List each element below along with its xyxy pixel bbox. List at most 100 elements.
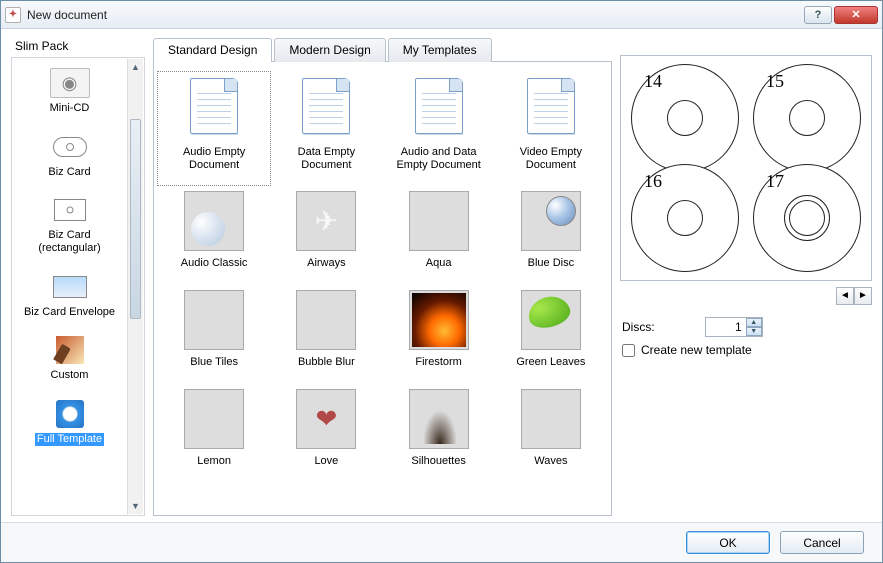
template-label: Silhouettes <box>411 455 465 468</box>
discs-label: Discs: <box>622 320 655 334</box>
template-thumbnail <box>521 290 581 350</box>
scrollbar-thumb[interactable] <box>130 119 141 319</box>
template-label: Airways <box>307 257 346 270</box>
close-button[interactable]: ✕ <box>834 6 878 24</box>
template-airways[interactable]: Airways <box>270 185 382 284</box>
new-document-dialog: ✦ New document ? ✕ Slim Pack ◉ Mini-CD B… <box>0 0 883 563</box>
custom-icon <box>50 335 90 365</box>
biz-card-icon <box>50 132 90 162</box>
document-icon <box>190 78 238 140</box>
template-lemon[interactable]: Lemon <box>158 383 270 482</box>
template-grid[interactable]: Audio Empty Document Data Empty Document A… <box>153 61 612 516</box>
app-icon: ✦ <box>5 7 21 23</box>
template-thumbnail <box>184 290 244 350</box>
disc-number: 15 <box>766 71 784 92</box>
template-video-empty[interactable]: Video Empty Document <box>495 72 607 185</box>
cancel-button[interactable]: Cancel <box>780 531 864 554</box>
template-label: Waves <box>534 455 567 468</box>
template-label: Aqua <box>426 257 452 270</box>
template-thumbnail <box>184 191 244 251</box>
template-label: Lemon <box>197 455 231 468</box>
preview-pager: ◄ ► <box>620 287 872 307</box>
tab-modern-design[interactable]: Modern Design <box>274 38 385 62</box>
discs-input[interactable] <box>706 318 746 336</box>
biz-card-rect-icon <box>50 195 90 225</box>
create-new-template-checkbox[interactable] <box>622 344 635 357</box>
template-thumbnail <box>296 290 356 350</box>
sidebar-scrollbar[interactable]: ▲ ▼ <box>127 59 143 514</box>
category-biz-card-envelope[interactable]: Biz Card Envelope <box>12 266 127 330</box>
template-thumbnail <box>409 290 469 350</box>
template-thumbnail <box>296 389 356 449</box>
template-label: Video Empty Document <box>501 146 601 171</box>
category-full-template[interactable]: Full Template <box>12 393 127 457</box>
preview-disc: 14 <box>631 64 739 172</box>
layout-preview: 14 15 16 17 <box>620 55 872 281</box>
preview-disc: 17 <box>753 164 861 272</box>
template-green-leaves[interactable]: Green Leaves <box>495 284 607 383</box>
cd-icon: ◉ <box>50 68 90 98</box>
category-biz-card-rect[interactable]: Biz Card (rectangular) <box>12 189 127 265</box>
design-tabs: Standard Design Modern Design My Templat… <box>153 37 612 61</box>
template-aqua[interactable]: Aqua <box>383 185 495 284</box>
template-label: Bubble Blur <box>298 356 355 369</box>
template-waves[interactable]: Waves <box>495 383 607 482</box>
category-mini-cd[interactable]: ◉ Mini-CD <box>12 62 127 126</box>
discs-up-button[interactable]: ▲ <box>746 318 762 327</box>
template-label: Data Empty Document <box>276 146 376 171</box>
category-list[interactable]: ◉ Mini-CD Biz Card Biz Card (rectangular… <box>11 57 145 516</box>
right-panel: 14 15 16 17 ◄ ► Discs: ▲ ▼ <box>620 55 872 516</box>
preview-disc: 16 <box>631 164 739 272</box>
scroll-down-icon[interactable]: ▼ <box>128 498 143 514</box>
prev-page-button[interactable]: ◄ <box>836 287 854 305</box>
template-label: Green Leaves <box>516 356 585 369</box>
template-audio-classic[interactable]: Audio Classic <box>158 185 270 284</box>
template-blue-disc[interactable]: Blue Disc <box>495 185 607 284</box>
next-page-button[interactable]: ► <box>854 287 872 305</box>
discs-down-button[interactable]: ▼ <box>746 327 762 336</box>
template-label: Firestorm <box>415 356 461 369</box>
template-audio-data-empty[interactable]: Audio and Data Empty Document <box>383 72 495 185</box>
template-silhouettes[interactable]: Silhouettes <box>383 383 495 482</box>
discs-stepper[interactable]: ▲ ▼ <box>705 317 763 337</box>
tab-standard-design[interactable]: Standard Design <box>153 38 272 62</box>
category-label: Biz Card Envelope <box>22 306 117 320</box>
options-panel: Discs: ▲ ▼ Create new template <box>620 313 872 361</box>
category-label: Custom <box>49 369 91 383</box>
template-firestorm[interactable]: Firestorm <box>383 284 495 383</box>
template-thumbnail <box>409 191 469 251</box>
template-thumbnail <box>521 389 581 449</box>
template-bubble-blur[interactable]: Bubble Blur <box>270 284 382 383</box>
template-label: Blue Disc <box>528 257 574 270</box>
template-data-empty[interactable]: Data Empty Document <box>270 72 382 185</box>
template-audio-empty[interactable]: Audio Empty Document <box>158 72 270 185</box>
category-label: Biz Card (rectangular) <box>14 229 125 255</box>
template-blue-tiles[interactable]: Blue Tiles <box>158 284 270 383</box>
dialog-footer: OK Cancel <box>1 522 882 562</box>
category-custom[interactable]: Custom <box>12 329 127 393</box>
template-label: Audio Classic <box>181 257 248 270</box>
template-thumbnail <box>409 389 469 449</box>
preview-disc: 15 <box>753 64 861 172</box>
window-title: New document <box>27 8 802 22</box>
template-label: Audio and Data Empty Document <box>389 146 489 171</box>
help-button[interactable]: ? <box>804 6 832 24</box>
tab-my-templates[interactable]: My Templates <box>388 38 492 62</box>
create-new-template-label: Create new template <box>641 343 752 357</box>
category-label: Biz Card <box>46 166 92 180</box>
template-panel: Standard Design Modern Design My Templat… <box>153 37 612 516</box>
document-icon <box>527 78 575 140</box>
category-biz-card[interactable]: Biz Card <box>12 126 127 190</box>
template-label: Love <box>314 455 338 468</box>
disc-number: 17 <box>766 171 784 192</box>
scroll-up-icon[interactable]: ▲ <box>128 59 143 75</box>
template-thumbnail <box>184 389 244 449</box>
ok-button[interactable]: OK <box>686 531 770 554</box>
sidebar-header: Slim Pack <box>11 37 145 57</box>
template-love[interactable]: Love <box>270 383 382 482</box>
envelope-icon <box>50 272 90 302</box>
template-thumbnail <box>296 191 356 251</box>
titlebar: ✦ New document ? ✕ <box>1 1 882 29</box>
template-label: Audio Empty Document <box>164 146 264 171</box>
category-label: Mini-CD <box>48 102 92 116</box>
